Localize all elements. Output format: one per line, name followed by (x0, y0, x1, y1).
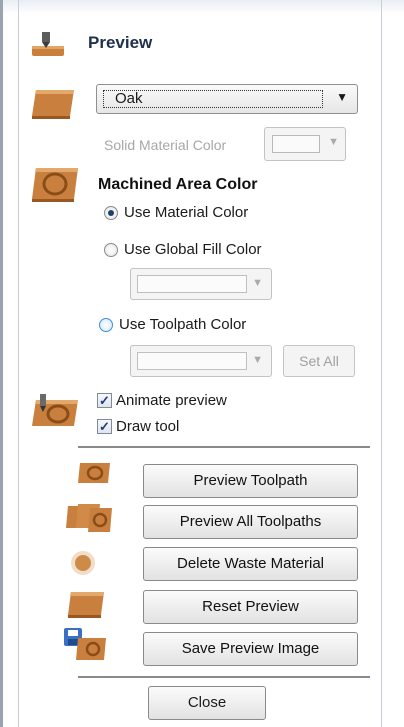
radio-use-material-color[interactable]: Use Material Color (104, 204, 248, 221)
radio-button[interactable] (104, 205, 118, 220)
footer-divider (78, 676, 370, 678)
draw-tool-label: Draw tool (116, 418, 180, 435)
save-preview-image-button[interactable]: Save Preview Image (143, 632, 358, 666)
radio-use-global-fill-color[interactable]: Use Global Fill Color (104, 241, 262, 258)
draw-tool-option[interactable]: ✓ Draw tool (97, 418, 179, 435)
global-fill-color-picker[interactable]: ▼ (130, 268, 272, 300)
save-preview-image-icon (64, 628, 106, 660)
delete-waste-material-icon (71, 551, 95, 575)
toolpath-color-picker[interactable]: ▼ (130, 345, 272, 377)
reset-preview-icon (68, 592, 104, 618)
animate-preview-label: Animate preview (116, 392, 227, 409)
preview-drill-icon (32, 32, 64, 56)
animate-tool-icon (32, 394, 78, 426)
chevron-down-icon: ▼ (328, 136, 339, 148)
panel-title: Preview (88, 33, 153, 52)
material-block-icon (32, 90, 74, 119)
chevron-down-icon: ▼ (252, 354, 263, 366)
radio-label: Use Toolpath Color (119, 316, 247, 333)
radio-button[interactable] (104, 242, 118, 257)
radio-use-toolpath-color[interactable]: Use Toolpath Color (99, 316, 246, 333)
radio-label: Use Global Fill Color (124, 241, 262, 258)
animate-preview-option[interactable]: ✓ Animate preview (97, 392, 227, 409)
toolpath-color-swatch (137, 352, 247, 370)
solid-material-color-picker[interactable]: ▼ (264, 127, 346, 161)
radio-label: Use Material Color (124, 204, 249, 221)
radio-button[interactable] (99, 317, 113, 332)
section-divider (78, 446, 370, 448)
preview-all-toolpaths-button[interactable]: Preview All Toolpaths (143, 505, 358, 539)
solid-material-color-label: Solid Material Color (104, 137, 227, 153)
chevron-down-icon: ▼ (336, 90, 348, 104)
global-fill-swatch (137, 275, 247, 293)
material-dropdown-value: Oak (115, 90, 143, 107)
chevron-down-icon: ▼ (252, 277, 263, 289)
close-button[interactable]: Close (148, 686, 266, 720)
preview-all-toolpaths-icon (66, 504, 112, 532)
checkbox-checked[interactable]: ✓ (97, 419, 112, 434)
delete-waste-material-button[interactable]: Delete Waste Material (143, 547, 358, 581)
machined-area-title: Machined Area Color (98, 176, 258, 193)
checkbox-checked[interactable]: ✓ (97, 393, 112, 408)
preview-toolpath-button[interactable]: Preview Toolpath (143, 464, 358, 498)
machined-area-icon (32, 168, 78, 202)
preview-panel: Preview Oak ▼ Solid Material Color ▼ Mac… (0, 0, 404, 727)
preview-toolpath-icon (78, 463, 110, 483)
solid-color-swatch (272, 135, 320, 153)
material-dropdown[interactable]: Oak ▼ (96, 84, 358, 114)
reset-preview-button[interactable]: Reset Preview (143, 590, 358, 624)
window-left-border (0, 0, 3, 727)
set-all-button[interactable]: Set All (283, 345, 355, 377)
